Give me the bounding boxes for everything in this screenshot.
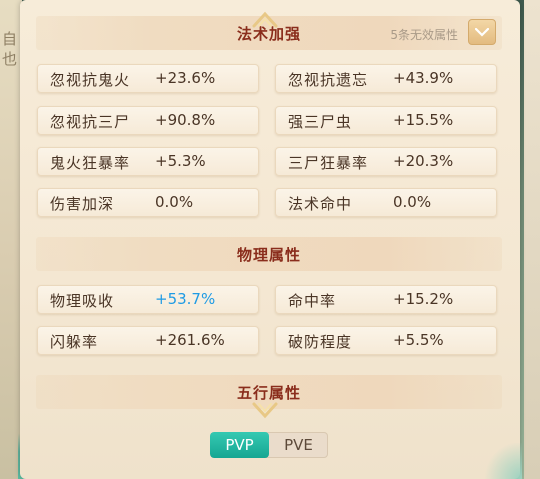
attr-value: +15.2% xyxy=(393,290,454,308)
attr-name: 法术命中 xyxy=(288,195,353,213)
side-glyph: 自 xyxy=(2,30,18,48)
attr-value: 0.0% xyxy=(393,193,432,211)
expand-dropdown-button[interactable] xyxy=(468,19,496,45)
teal-corner-ornament-right xyxy=(482,443,522,479)
attr-row: 物理吸收 +53.7% xyxy=(37,285,259,314)
attr-row: 命中率 +15.2% xyxy=(275,285,497,314)
attr-row: 伤害加深 0.0% xyxy=(37,188,259,217)
physical-section-header: 物理属性 xyxy=(36,237,502,271)
chevron-down-icon xyxy=(475,27,489,37)
attr-row: 法术命中 0.0% xyxy=(275,188,497,217)
attr-row: 鬼火狂暴率 +5.3% xyxy=(37,147,259,176)
attr-name: 命中率 xyxy=(288,292,337,310)
attr-row: 忽视抗鬼火 +23.6% xyxy=(37,64,259,93)
attr-name: 物理吸收 xyxy=(50,292,115,310)
side-glyph: 也 xyxy=(2,50,18,68)
attr-value: +5.5% xyxy=(393,331,444,349)
left-scroll-decoration: 自 也 xyxy=(0,0,22,479)
attr-row: 忽视抗三尸 +90.8% xyxy=(37,106,259,135)
mode-tab-group: PVP PVE xyxy=(210,432,328,458)
attr-name: 三尸狂暴率 xyxy=(288,154,369,172)
tab-pvp[interactable]: PVP xyxy=(210,432,269,458)
elements-section-title: 五行属性 xyxy=(236,383,301,402)
attr-row: 忽视抗遗忘 +43.9% xyxy=(275,64,497,93)
attr-name: 忽视抗鬼火 xyxy=(50,71,131,89)
attr-value: +23.6% xyxy=(155,69,216,87)
attr-value: 0.0% xyxy=(155,193,194,211)
attr-name: 忽视抗三尸 xyxy=(50,113,131,131)
attr-value: +15.5% xyxy=(393,111,454,129)
attr-name: 闪躲率 xyxy=(50,333,99,351)
attr-value: +90.8% xyxy=(155,111,216,129)
attr-value: +5.3% xyxy=(155,152,206,170)
invalid-attributes-note: 5条无效属性 xyxy=(390,28,458,42)
physical-section-title: 物理属性 xyxy=(236,245,301,264)
attr-value: +43.9% xyxy=(393,69,454,87)
collapse-caret-icon[interactable] xyxy=(251,10,279,28)
attr-name: 破防程度 xyxy=(288,333,353,351)
right-edge-decoration xyxy=(524,0,540,479)
attr-value-highlighted: +53.7% xyxy=(155,290,216,308)
attr-name: 强三尸虫 xyxy=(288,113,353,131)
attr-name: 忽视抗遗忘 xyxy=(288,71,369,89)
attr-value: +261.6% xyxy=(155,331,225,349)
attr-row: 破防程度 +5.5% xyxy=(275,326,497,355)
attr-name: 鬼火狂暴率 xyxy=(50,154,131,172)
attr-value: +20.3% xyxy=(393,152,454,170)
attr-row: 三尸狂暴率 +20.3% xyxy=(275,147,497,176)
attr-row: 强三尸虫 +15.5% xyxy=(275,106,497,135)
tab-pve[interactable]: PVE xyxy=(269,432,328,458)
attr-name: 伤害加深 xyxy=(50,195,115,213)
attr-row: 闪躲率 +261.6% xyxy=(37,326,259,355)
expand-caret-icon[interactable] xyxy=(251,402,279,420)
